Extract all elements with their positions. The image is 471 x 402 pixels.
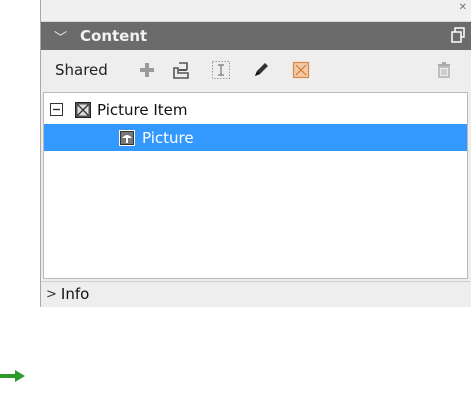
panel-header[interactable]: ﹀ Content	[41, 22, 471, 50]
collapse-toggle-icon[interactable]	[50, 103, 63, 116]
picture-icon	[119, 129, 135, 146]
import-icon[interactable]	[171, 60, 191, 80]
tree-label: Picture	[142, 128, 194, 147]
info-label: Info	[60, 285, 90, 303]
detach-panel-icon[interactable]	[451, 27, 465, 47]
panel-top-strip: ✕	[41, 0, 471, 22]
shared-label: Shared	[55, 61, 108, 79]
text-frame-icon[interactable]	[211, 60, 231, 80]
picture-item-icon	[75, 101, 91, 118]
expand-chevron-icon[interactable]: >	[46, 287, 57, 302]
delete-icon[interactable]	[434, 60, 454, 80]
collapse-chevron-icon[interactable]: ﹀	[54, 27, 67, 46]
close-icon[interactable]: ✕	[459, 3, 467, 13]
green-arrow-icon	[0, 368, 26, 387]
tree-label: Picture Item	[97, 100, 188, 119]
picture-frame-icon[interactable]	[291, 60, 311, 80]
panel-title: Content	[80, 27, 148, 45]
content-tree[interactable]: Picture Item Picture	[43, 92, 468, 279]
tree-row-picture[interactable]: Picture	[44, 124, 467, 151]
tree-row-picture-item[interactable]: Picture Item	[44, 96, 467, 123]
info-section-toggle[interactable]: > Info	[41, 281, 470, 306]
content-toolbar: Shared	[41, 50, 471, 90]
add-icon[interactable]	[137, 60, 157, 80]
content-panel: ✕ ﹀ Content Shared Picture Item Picture …	[40, 0, 471, 307]
edit-icon[interactable]	[251, 60, 271, 80]
